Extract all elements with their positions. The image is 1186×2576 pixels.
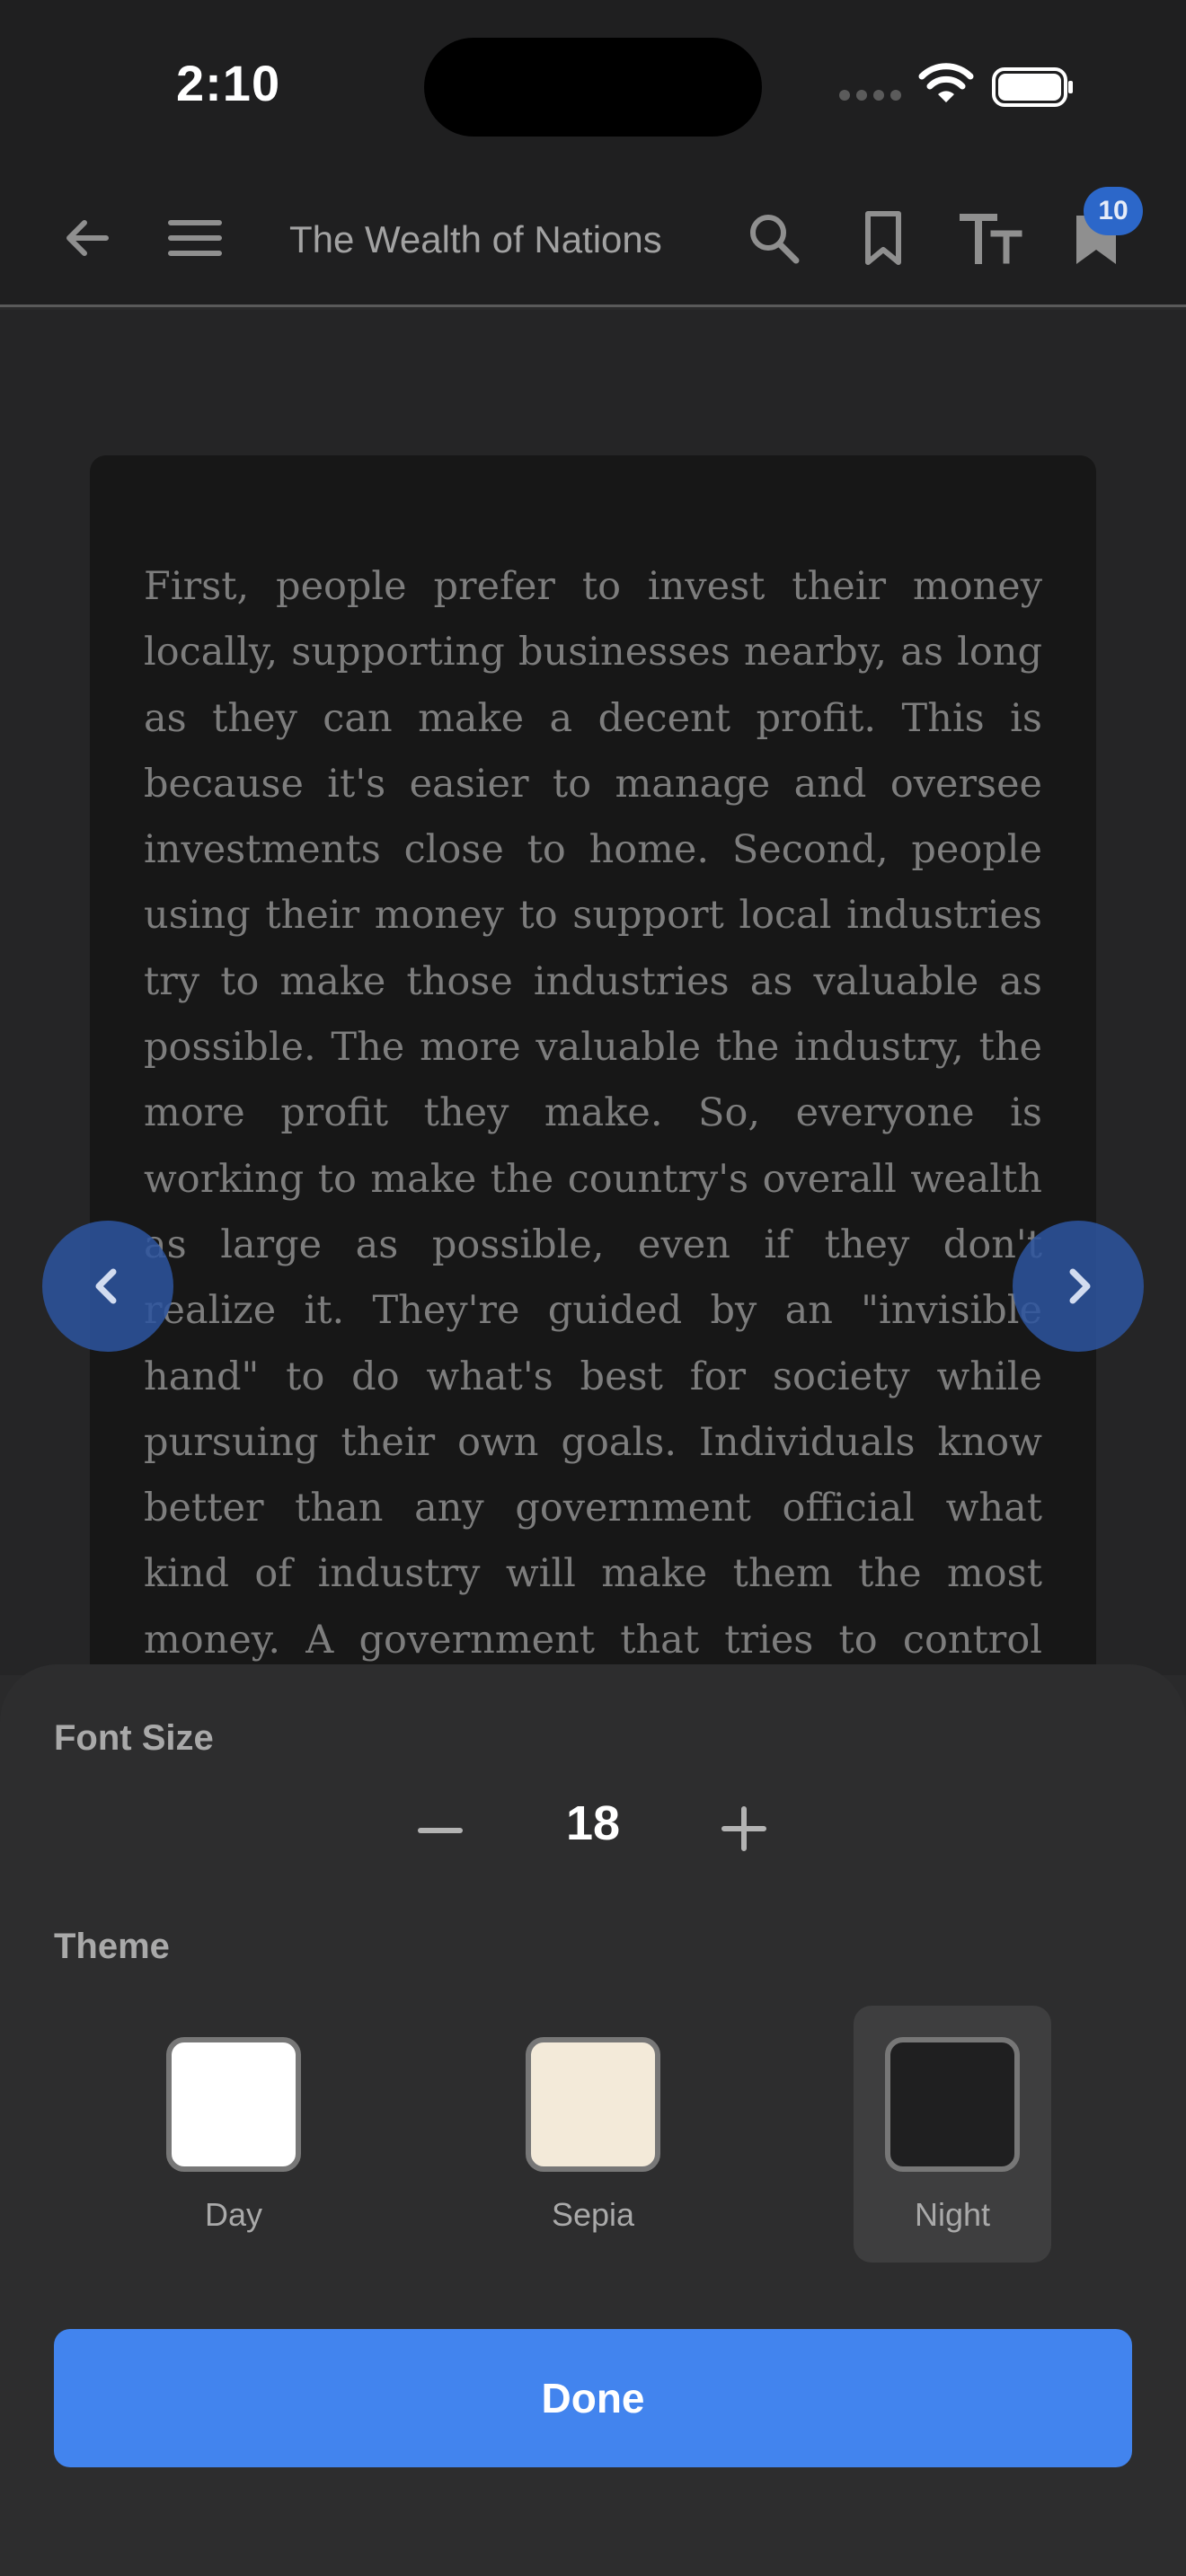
page-text: First, people prefer to invest their mon… <box>144 564 1042 1713</box>
theme-label-day: Day <box>204 2196 263 2233</box>
battery-icon <box>992 67 1073 107</box>
theme-option-day[interactable]: Day <box>135 2006 332 2263</box>
back-arrow-icon[interactable] <box>56 207 119 269</box>
bookmark-icon[interactable] <box>852 207 915 269</box>
next-page-button[interactable] <box>1013 1221 1144 1352</box>
night-swatch <box>885 2037 1020 2172</box>
theme-option-night[interactable]: Night <box>854 2006 1051 2263</box>
reader-toolbar: The Wealth of Nations <box>0 171 1186 307</box>
theme-label-night: Night <box>914 2196 991 2233</box>
wifi-icon <box>918 63 974 102</box>
search-icon[interactable] <box>742 207 805 269</box>
sepia-swatch <box>526 2037 660 2172</box>
chevron-left-icon <box>95 1268 117 1304</box>
theme-label: Theme <box>54 1927 170 1966</box>
reading-settings-sheet: Font Size 18 Theme Day Sepia Night Done <box>0 1664 1186 2576</box>
dynamic-island <box>424 38 762 137</box>
font-size-value: 18 <box>565 1796 621 1850</box>
status-bar: 2:10 <box>0 0 1186 171</box>
text-size-icon[interactable] <box>960 207 1022 269</box>
decrease-font-button[interactable] <box>413 1804 467 1857</box>
bookmarks-count-badge: 10 <box>1084 187 1143 235</box>
status-time: 2:10 <box>176 55 281 111</box>
font-size-label: Font Size <box>54 1718 214 1758</box>
previous-page-button[interactable] <box>42 1221 173 1352</box>
theme-option-sepia[interactable]: Sepia <box>494 2006 692 2263</box>
done-button[interactable]: Done <box>54 2329 1132 2467</box>
menu-icon[interactable] <box>164 207 226 269</box>
day-swatch <box>166 2037 301 2172</box>
chevron-right-icon <box>1069 1268 1091 1304</box>
book-title: The Wealth of Nations <box>289 218 662 260</box>
theme-label-sepia: Sepia <box>551 2196 635 2233</box>
page-card: First, people prefer to invest their mon… <box>90 455 1096 1713</box>
cellular-signal-icon <box>839 90 902 102</box>
increase-font-button[interactable] <box>717 1802 771 1856</box>
